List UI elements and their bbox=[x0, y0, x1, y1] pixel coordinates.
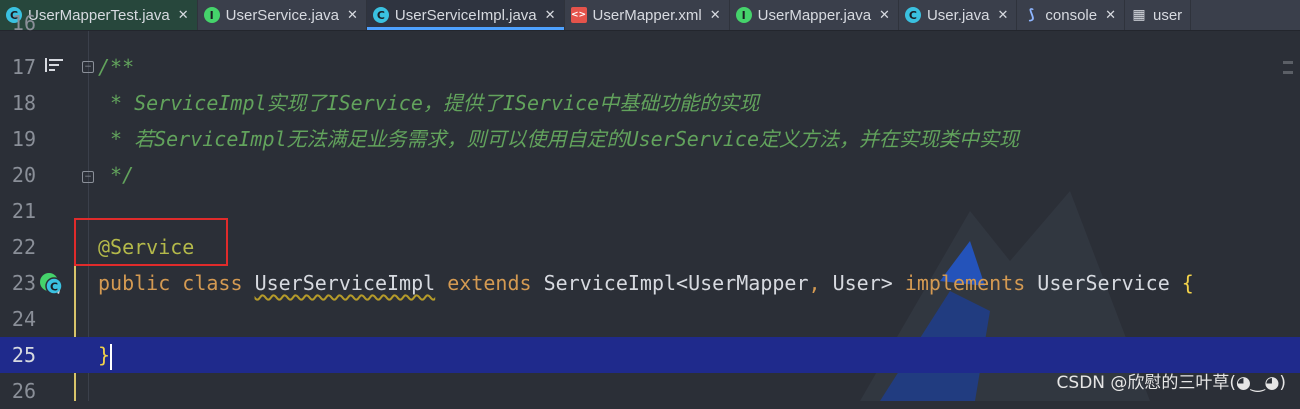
csdn-watermark: CSDN @欣慰的三叶草(◕‿◕) bbox=[1056, 373, 1286, 393]
scroll-mark bbox=[1283, 71, 1293, 74]
code-line-24: 24 bbox=[0, 301, 1300, 337]
keyword-public: public bbox=[98, 271, 171, 295]
line-number: 20 bbox=[11, 163, 36, 187]
line-number: 19 bbox=[11, 127, 36, 151]
fold-collapse-icon[interactable]: − bbox=[82, 61, 94, 73]
class-declaration: public class UserServiceImpl extends Ser… bbox=[98, 265, 1194, 301]
doc-comment-line: * ServiceImpl实现了IService，提供了IService中基础功… bbox=[110, 91, 760, 115]
generic-comma: , bbox=[808, 271, 821, 295]
open-brace: { bbox=[1181, 271, 1194, 295]
code-line-17: 17 /** bbox=[0, 49, 1300, 85]
keyword-class: class bbox=[182, 271, 243, 295]
line-number: 16 bbox=[11, 11, 36, 35]
line-number: 22 bbox=[11, 235, 36, 259]
structure-list-icon[interactable] bbox=[44, 57, 64, 73]
svg-text:C: C bbox=[50, 281, 58, 294]
code-line-23: 23 public class UserServiceImpl extends … bbox=[0, 265, 1300, 301]
keyword-implements: implements bbox=[904, 271, 1026, 295]
fold-end-icon[interactable]: − bbox=[82, 171, 94, 183]
interface-name[interactable]: UserService bbox=[1037, 271, 1169, 295]
code-line-16: 16 bbox=[0, 5, 1300, 41]
line-number: 25 bbox=[11, 343, 36, 367]
line-number: 18 bbox=[11, 91, 36, 115]
scroll-mark bbox=[1283, 61, 1293, 64]
class-name[interactable]: UserServiceImpl bbox=[255, 271, 436, 295]
annotation-highlight-box bbox=[74, 218, 228, 266]
line-number: 17 bbox=[11, 55, 36, 79]
line-number: 24 bbox=[11, 307, 36, 331]
code-line-20: 20 */ bbox=[0, 157, 1300, 193]
line-number: 23 bbox=[11, 271, 36, 295]
closing-brace-line: } bbox=[98, 337, 113, 373]
code-editor[interactable]: 16 17 /** 18 * ServiceImpl实现了IService，提供… bbox=[0, 11, 1300, 403]
keyword-extends: extends bbox=[447, 271, 532, 295]
doc-comment-close: */ bbox=[110, 163, 135, 187]
doc-comment-line: * 若ServiceImpl无法满足业务需求，则可以使用自定的UserServi… bbox=[110, 127, 1019, 151]
code-line-19: 19 * 若ServiceImpl无法满足业务需求，则可以使用自定的UserSe… bbox=[0, 121, 1300, 157]
close-brace: } bbox=[98, 343, 111, 367]
doc-comment-open: /** bbox=[98, 55, 135, 79]
line-number: 26 bbox=[11, 379, 36, 403]
text-caret bbox=[110, 343, 113, 370]
superclass-name[interactable]: ServiceImpl<UserMapper bbox=[544, 271, 809, 295]
code-line-18: 18 * ServiceImpl实现了IService，提供了IService中… bbox=[0, 85, 1300, 121]
implementation-gutter-icon[interactable]: C bbox=[38, 271, 64, 297]
line-number: 21 bbox=[11, 199, 36, 223]
generic-user-type[interactable]: User> bbox=[821, 271, 893, 295]
